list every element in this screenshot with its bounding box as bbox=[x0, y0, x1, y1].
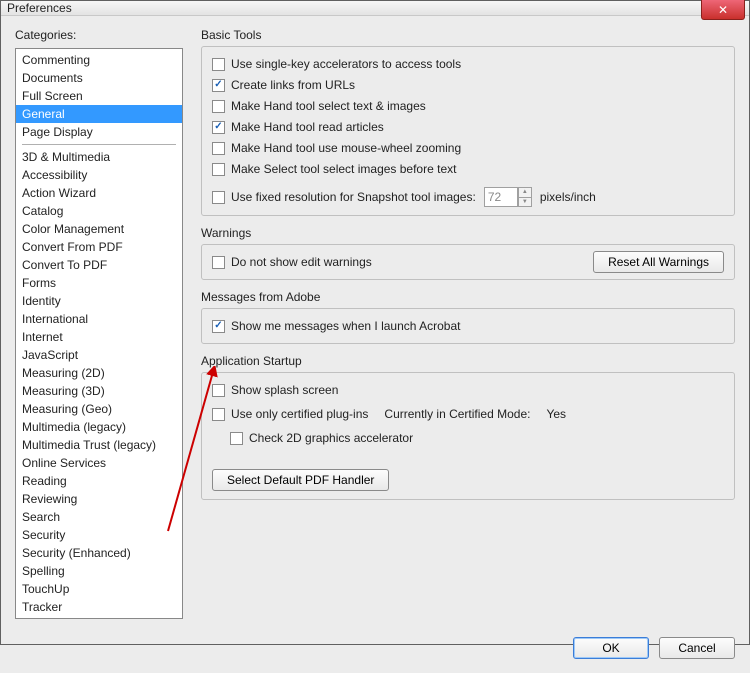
group-title-warnings: Warnings bbox=[201, 226, 735, 240]
opt-label: Show splash screen bbox=[231, 381, 338, 399]
category-item[interactable]: Spelling bbox=[16, 562, 182, 580]
category-item[interactable]: TouchUp bbox=[16, 580, 182, 598]
category-item[interactable]: Identity bbox=[16, 292, 182, 310]
opt-label: Make Hand tool use mouse-wheel zooming bbox=[231, 139, 461, 157]
certified-status-label: Currently in Certified Mode: bbox=[384, 407, 530, 421]
opt-hand-wheel[interactable]: Make Hand tool use mouse-wheel zooming bbox=[212, 139, 724, 157]
opt-label: Check 2D graphics accelerator bbox=[249, 429, 413, 447]
category-item[interactable]: Multimedia Trust (legacy) bbox=[16, 436, 182, 454]
categories-list[interactable]: CommentingDocumentsFull ScreenGeneralPag… bbox=[15, 48, 183, 619]
opt-create-links[interactable]: Create links from URLs bbox=[212, 76, 724, 94]
checkbox-icon bbox=[212, 121, 225, 134]
spinner-up-icon: ▲ bbox=[519, 188, 531, 198]
close-icon: ✕ bbox=[718, 3, 728, 17]
checkbox-icon bbox=[212, 256, 225, 269]
category-item[interactable]: Reading bbox=[16, 472, 182, 490]
group-title-basic: Basic Tools bbox=[201, 28, 735, 42]
category-item[interactable]: Page Display bbox=[16, 123, 182, 141]
category-item[interactable]: Color Management bbox=[16, 220, 182, 238]
categories-label: Categories: bbox=[15, 28, 183, 42]
opt-label: Make Hand tool read articles bbox=[231, 118, 384, 136]
opt-label: Use fixed resolution for Snapshot tool i… bbox=[231, 188, 476, 206]
checkbox-icon bbox=[212, 142, 225, 155]
category-item[interactable]: JavaScript bbox=[16, 346, 182, 364]
group-messages: Messages from Adobe Show me messages whe… bbox=[201, 290, 735, 344]
category-item[interactable]: Online Services bbox=[16, 454, 182, 472]
category-item[interactable]: Accessibility bbox=[16, 166, 182, 184]
group-title-messages: Messages from Adobe bbox=[201, 290, 735, 304]
opt-label: Show me messages when I launch Acrobat bbox=[231, 317, 460, 335]
cancel-button[interactable]: Cancel bbox=[659, 637, 735, 659]
group-basic-tools: Basic Tools Use single-key accelerators … bbox=[201, 28, 735, 216]
opt-certified[interactable]: Use only certified plug-ins bbox=[212, 405, 368, 423]
group-title-startup: Application Startup bbox=[201, 354, 735, 368]
spinner-down-icon: ▼ bbox=[519, 198, 531, 207]
category-item[interactable]: Forms bbox=[16, 274, 182, 292]
category-item[interactable]: Measuring (2D) bbox=[16, 364, 182, 382]
checkbox-icon bbox=[212, 408, 225, 421]
opt-label: Do not show edit warnings bbox=[231, 253, 372, 271]
category-item[interactable]: Search bbox=[16, 508, 182, 526]
category-item[interactable]: Catalog bbox=[16, 202, 182, 220]
category-item[interactable]: Action Wizard bbox=[16, 184, 182, 202]
opt-label: Use only certified plug-ins bbox=[231, 405, 368, 423]
checkbox-icon bbox=[212, 191, 225, 204]
certified-status-value: Yes bbox=[546, 407, 566, 421]
category-divider bbox=[22, 144, 176, 145]
category-item[interactable]: Reviewing bbox=[16, 490, 182, 508]
opt-splash[interactable]: Show splash screen bbox=[212, 381, 724, 399]
category-item[interactable]: 3D & Multimedia bbox=[16, 148, 182, 166]
opt-single-key[interactable]: Use single-key accelerators to access to… bbox=[212, 55, 724, 73]
opt-label: Create links from URLs bbox=[231, 76, 355, 94]
category-item[interactable]: Measuring (Geo) bbox=[16, 400, 182, 418]
checkbox-icon bbox=[212, 79, 225, 92]
opt-label: Make Select tool select images before te… bbox=[231, 160, 456, 178]
category-item[interactable]: Convert To PDF bbox=[16, 256, 182, 274]
checkbox-icon bbox=[212, 320, 225, 333]
opt-hand-text-images[interactable]: Make Hand tool select text & images bbox=[212, 97, 724, 115]
window-title: Preferences bbox=[7, 1, 72, 15]
category-item[interactable]: Commenting bbox=[16, 51, 182, 69]
category-item[interactable]: Security bbox=[16, 526, 182, 544]
category-item[interactable]: Full Screen bbox=[16, 87, 182, 105]
category-item[interactable]: Tracker bbox=[16, 598, 182, 616]
snapshot-resolution-input[interactable] bbox=[484, 187, 518, 207]
dialog-footer: OK Cancel bbox=[1, 629, 749, 673]
snapshot-spinner[interactable]: ▲ ▼ bbox=[518, 187, 532, 207]
snapshot-unit: pixels/inch bbox=[540, 190, 596, 204]
checkbox-icon bbox=[212, 384, 225, 397]
preferences-window: Preferences ✕ Categories: CommentingDocu… bbox=[0, 0, 750, 645]
checkbox-icon bbox=[212, 58, 225, 71]
category-item[interactable]: Convert From PDF bbox=[16, 238, 182, 256]
ok-button[interactable]: OK bbox=[573, 637, 649, 659]
titlebar: Preferences ✕ bbox=[1, 1, 749, 16]
opt-hand-articles[interactable]: Make Hand tool read articles bbox=[212, 118, 724, 136]
checkbox-icon bbox=[212, 163, 225, 176]
category-item[interactable]: Measuring (3D) bbox=[16, 382, 182, 400]
checkbox-icon bbox=[212, 100, 225, 113]
checkbox-icon bbox=[230, 432, 243, 445]
group-startup: Application Startup Show splash screen U… bbox=[201, 354, 735, 500]
opt-show-messages[interactable]: Show me messages when I launch Acrobat bbox=[212, 317, 724, 335]
opt-snapshot[interactable]: Use fixed resolution for Snapshot tool i… bbox=[212, 188, 476, 206]
category-item[interactable]: Internet bbox=[16, 328, 182, 346]
opt-gfx[interactable]: Check 2D graphics accelerator bbox=[230, 429, 724, 447]
select-pdf-handler-button[interactable]: Select Default PDF Handler bbox=[212, 469, 389, 491]
category-item[interactable]: Multimedia (legacy) bbox=[16, 418, 182, 436]
category-item[interactable]: Security (Enhanced) bbox=[16, 544, 182, 562]
category-item[interactable]: Documents bbox=[16, 69, 182, 87]
opt-label: Make Hand tool select text & images bbox=[231, 97, 426, 115]
category-item[interactable]: General bbox=[16, 105, 182, 123]
reset-warnings-button[interactable]: Reset All Warnings bbox=[593, 251, 724, 273]
opt-label: Use single-key accelerators to access to… bbox=[231, 55, 461, 73]
opt-select-images[interactable]: Make Select tool select images before te… bbox=[212, 160, 724, 178]
group-warnings: Warnings Do not show edit warnings Reset… bbox=[201, 226, 735, 280]
category-item[interactable]: International bbox=[16, 310, 182, 328]
